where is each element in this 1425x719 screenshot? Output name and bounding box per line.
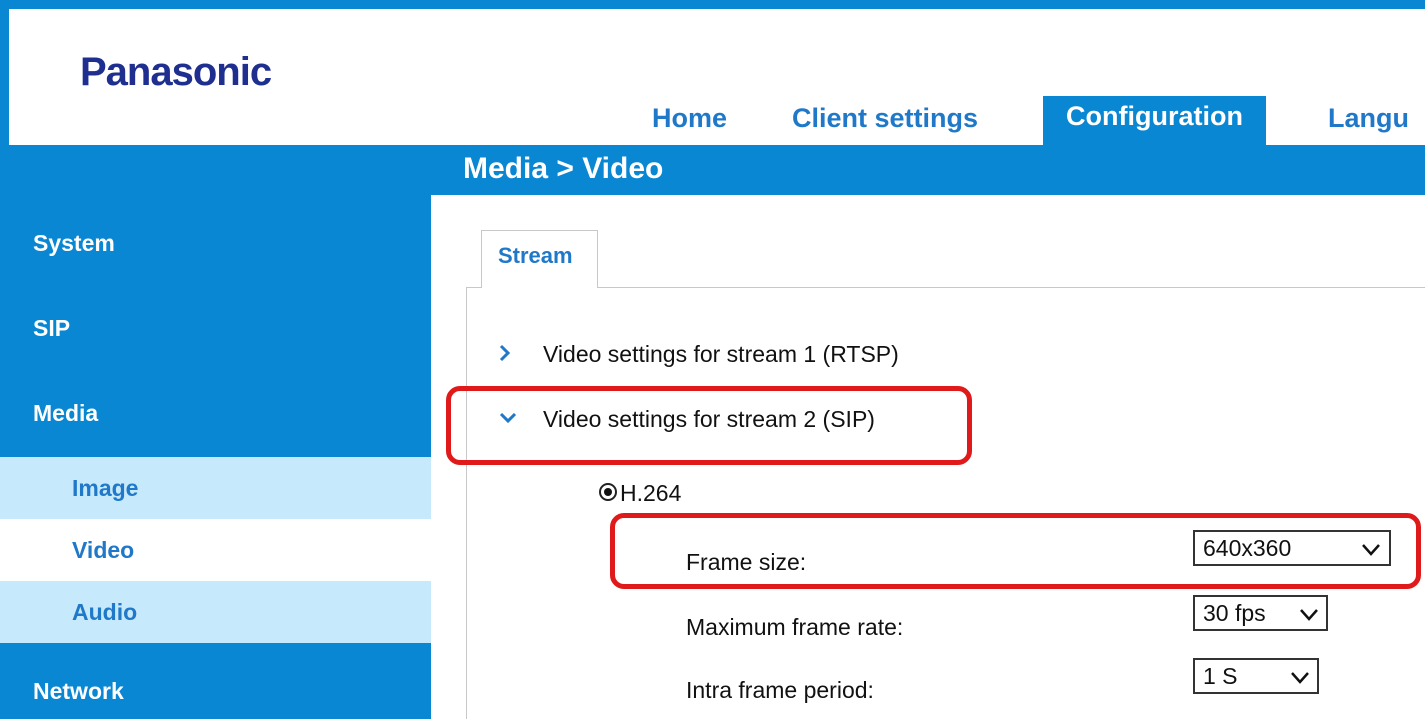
frame-size-select[interactable]: 640x360 [1193, 530, 1391, 566]
sidebar-subitem-label: Video [72, 537, 135, 563]
chevron-down-icon [1362, 544, 1380, 556]
intra-frame-period-select[interactable]: 1 S [1193, 658, 1319, 694]
section-stream2-label: Video settings for stream 2 (SIP) [543, 406, 875, 432]
nav-client-settings[interactable]: Client settings [792, 96, 978, 146]
frame-size-value: 640x360 [1203, 535, 1292, 561]
sidebar-item-sip[interactable]: SIP [33, 315, 70, 342]
sidebar-item-system[interactable]: System [33, 230, 115, 257]
chevron-down-icon [1291, 672, 1309, 684]
sidebar: System SIP Media Image Video Audio Netwo… [0, 195, 431, 719]
chevron-right-icon [499, 344, 511, 362]
intra-frame-period-label: Intra frame period: [686, 677, 874, 703]
sidebar-item-network[interactable]: Network [33, 678, 124, 705]
sidebar-subitem-audio[interactable]: Audio [0, 581, 431, 643]
nav-language[interactable]: Langu [1328, 96, 1409, 146]
tab-divider-cover [482, 286, 597, 289]
sidebar-subitem-video[interactable]: Video [0, 519, 431, 581]
radio-selected-icon[interactable] [599, 483, 617, 501]
tab-stream-label: Stream [498, 243, 573, 268]
panasonic-logo: Panasonic [80, 50, 272, 94]
breadcrumb: Media > Video [463, 152, 664, 185]
left-border [0, 0, 9, 145]
tab-stream[interactable]: Stream [481, 230, 598, 288]
header-bar [0, 145, 1425, 195]
sidebar-subitem-label: Image [72, 475, 139, 501]
max-frame-rate-select[interactable]: 30 fps [1193, 595, 1328, 631]
max-frame-rate-value: 30 fps [1203, 600, 1266, 626]
sidebar-subitem-image[interactable]: Image [0, 457, 431, 519]
nav-home[interactable]: Home [652, 96, 727, 146]
section-stream1-label: Video settings for stream 1 (RTSP) [543, 341, 899, 367]
max-frame-rate-label: Maximum frame rate: [686, 614, 904, 640]
sidebar-subitem-label: Audio [72, 599, 138, 625]
sidebar-item-media[interactable]: Media [33, 400, 98, 427]
top-border [0, 0, 1425, 9]
intra-frame-period-value: 1 S [1203, 663, 1238, 689]
nav-configuration[interactable]: Configuration [1043, 96, 1266, 146]
codec-label: H.264 [620, 480, 682, 506]
chevron-down-icon [499, 412, 517, 424]
frame-size-label: Frame size: [686, 549, 807, 575]
chevron-down-icon [1300, 609, 1318, 621]
